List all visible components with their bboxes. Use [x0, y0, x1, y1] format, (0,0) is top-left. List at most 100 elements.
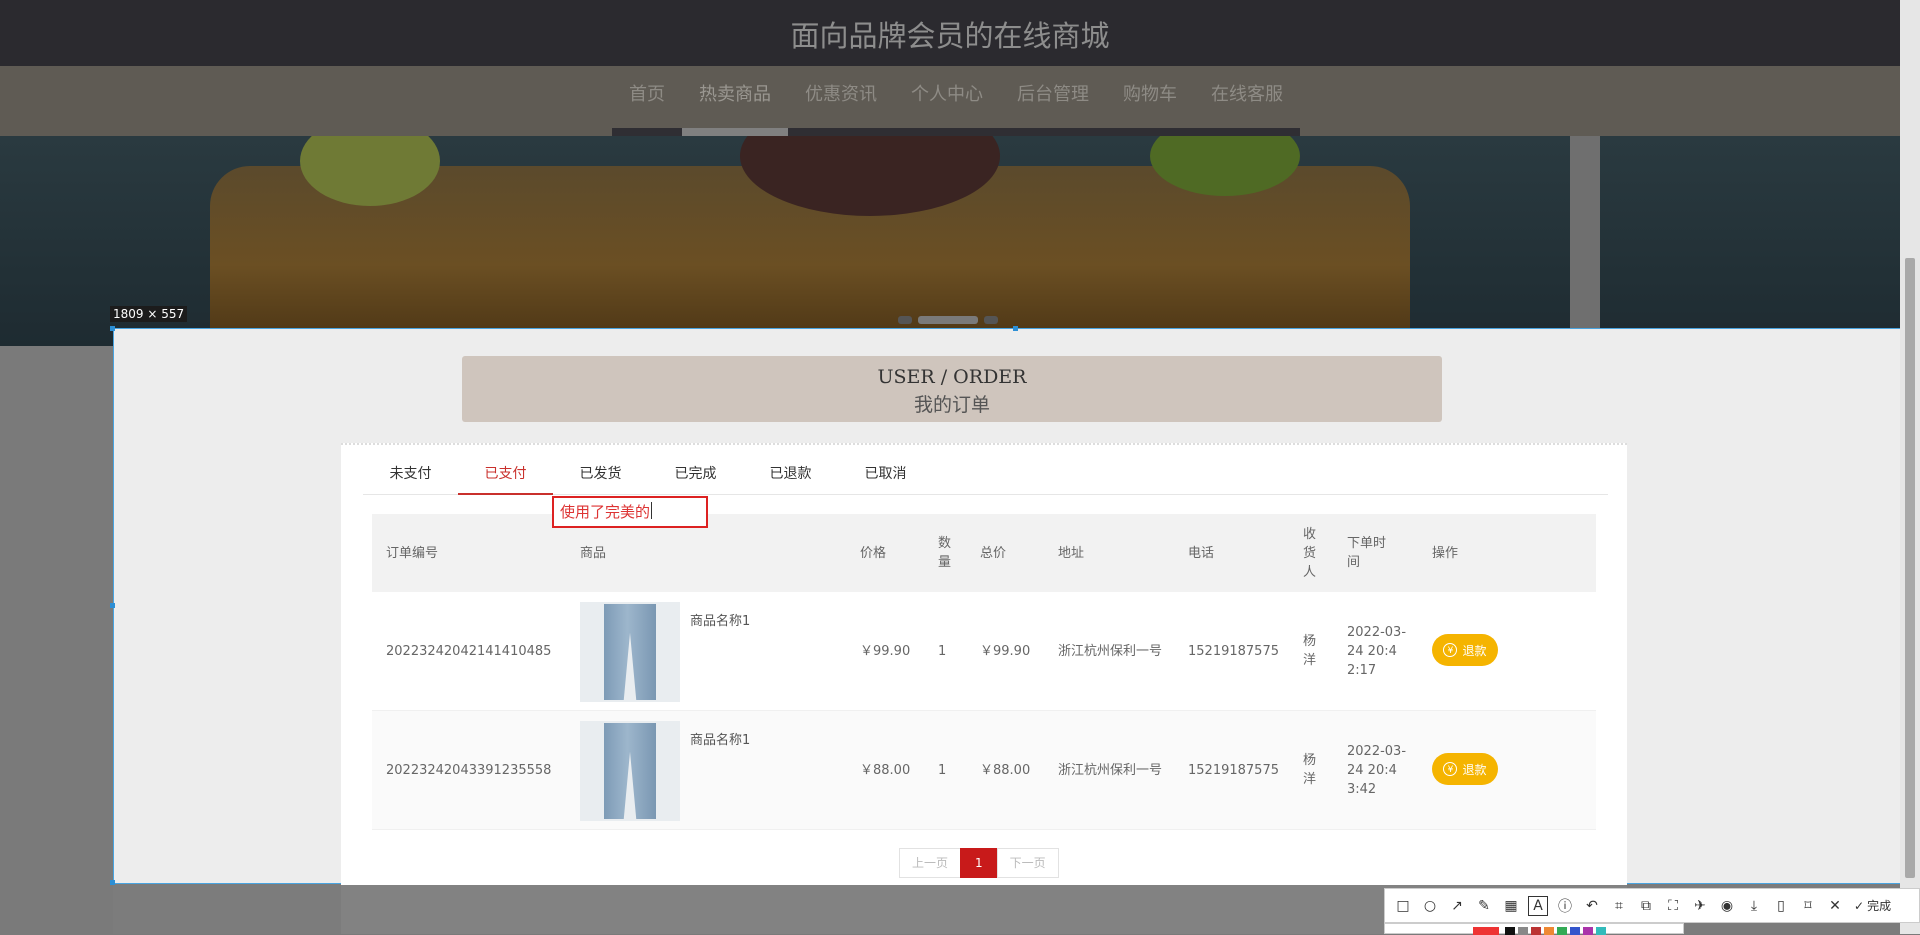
selection-handle[interactable] [1013, 326, 1018, 331]
nav-item-cart[interactable]: 购物车 [1106, 66, 1194, 136]
refund-button[interactable]: ¥ 退款 [1432, 634, 1498, 666]
number-marker-icon[interactable]: ⓘ [1555, 896, 1575, 916]
annotation-text-box[interactable]: 使用了完美的 [552, 496, 708, 528]
nav-label: 热卖商品 [699, 84, 771, 105]
text-tool-icon[interactable]: A [1528, 895, 1548, 916]
col-action: 操作 [1432, 545, 1459, 561]
site-title: 面向品牌会员的在线商城 [790, 19, 1110, 53]
nav-item-user-center[interactable]: 个人中心 [894, 66, 1000, 136]
order-time: 2022-03-24 20:43:42 [1347, 743, 1407, 797]
col-qty: 数量 [938, 536, 952, 570]
address: 浙江杭州保利一号 [1058, 762, 1163, 778]
tab-label: 已取消 [864, 466, 907, 482]
col-time: 下单时间 [1347, 536, 1387, 570]
col-order-no: 订单编号 [386, 545, 439, 561]
col-phone: 电话 [1188, 545, 1215, 561]
next-page-button[interactable]: 下一页 [996, 848, 1059, 878]
bookmark-icon[interactable]: ⌑ [1798, 896, 1818, 916]
total-price: ￥99.90 [980, 643, 1031, 659]
product-image[interactable] [580, 602, 680, 702]
order-status-tabs: 未支付 已支付 已发货 已完成 已退款 已取消 [363, 456, 1608, 495]
phone-icon[interactable]: ▯ [1771, 896, 1791, 916]
page-title-cn: 我的订单 [913, 394, 990, 416]
long-screenshot-icon[interactable]: ⛶ [1663, 896, 1683, 916]
nav-label: 购物车 [1123, 84, 1177, 105]
tab-refunded[interactable]: 已退款 [743, 456, 838, 494]
phone: 15219187575 [1188, 762, 1279, 778]
selection-handle[interactable] [110, 880, 115, 885]
nav-item-home[interactable]: 首页 [612, 66, 682, 136]
carousel-dot-active[interactable] [918, 316, 978, 324]
prev-page-button[interactable]: 上一页 [899, 848, 962, 878]
undo-icon[interactable]: ↶ [1582, 896, 1602, 916]
tab-unpaid[interactable]: 未支付 [363, 456, 458, 494]
order-no: 20223242042141410485 [386, 643, 552, 659]
scrollbar-thumb[interactable] [1905, 258, 1915, 878]
carousel-dot[interactable] [898, 316, 912, 324]
tab-shipped[interactable]: 已发货 [553, 456, 648, 494]
col-address: 地址 [1058, 545, 1085, 561]
tab-label: 已完成 [674, 466, 717, 482]
price: ￥99.90 [860, 643, 911, 659]
col-total: 总价 [980, 545, 1007, 561]
product-image[interactable] [580, 721, 680, 821]
nav-label: 首页 [629, 84, 665, 105]
close-icon[interactable]: ✕ [1825, 896, 1845, 916]
page-title: USER / ORDER 我的订单 [462, 356, 1442, 422]
total-price: ￥88.00 [980, 762, 1031, 778]
ocr-icon[interactable]: ⌗ [1609, 896, 1629, 916]
pagination: 上一页 1 下一页 [899, 848, 1059, 878]
record-icon[interactable]: ◉ [1717, 896, 1737, 916]
download-icon[interactable]: ⤓ [1744, 896, 1764, 916]
check-icon: ✓ [1854, 898, 1865, 913]
phone: 15219187575 [1188, 643, 1279, 659]
nav-item-hot-products[interactable]: 热卖商品 [682, 66, 788, 136]
nav-item-admin[interactable]: 后台管理 [1000, 66, 1106, 136]
selection-handle[interactable] [110, 603, 115, 608]
translate-icon[interactable]: ⧉ [1636, 896, 1656, 916]
orders-table: 订单编号 商品 价格 数量 总价 地址 电话 收货人 下单时间 操作 20223… [372, 514, 1596, 830]
receiver: 杨洋 [1303, 634, 1317, 668]
pen-icon[interactable]: ✎ [1474, 896, 1494, 916]
selection-size-label: 1809 × 557 [110, 306, 188, 322]
refund-label: 退款 [1462, 643, 1487, 658]
page-title-en: USER / ORDER [877, 366, 1027, 388]
nav-item-promotions[interactable]: 优惠资讯 [788, 66, 894, 136]
text-cursor [651, 502, 652, 519]
nav-item-customer-service[interactable]: 在线客服 [1194, 66, 1300, 136]
tab-label: 未支付 [389, 466, 432, 482]
tab-label: 已支付 [484, 466, 527, 482]
page-number-current[interactable]: 1 [960, 848, 998, 878]
nav-label: 后台管理 [1017, 84, 1089, 105]
banner-decoration [1570, 136, 1600, 346]
tab-cancelled[interactable]: 已取消 [838, 456, 933, 494]
color-palette [1384, 923, 1684, 935]
arrow-icon[interactable]: ↗ [1447, 896, 1467, 916]
refund-button[interactable]: ¥ 退款 [1432, 753, 1498, 785]
capture-toolbar: □ ○ ↗ ✎ ▦ A ⓘ ↶ ⌗ ⧉ ⛶ ✈ ◉ ⤓ ▯ ⌑ ✕ ✓ 完成 [1384, 888, 1920, 923]
pin-icon[interactable]: ✈ [1690, 896, 1710, 916]
carousel-dot[interactable] [984, 316, 998, 324]
done-button[interactable]: ✓ 完成 [1854, 897, 1891, 914]
nav-label: 个人中心 [911, 84, 983, 105]
tab-paid[interactable]: 已支付 [458, 456, 553, 495]
refund-label: 退款 [1462, 762, 1487, 777]
col-receiver: 收货人 [1303, 526, 1317, 580]
product-name[interactable]: 商品名称1 [690, 610, 750, 629]
rectangle-icon[interactable]: □ [1393, 896, 1413, 916]
mosaic-icon[interactable]: ▦ [1501, 896, 1521, 916]
tab-label: 已退款 [769, 466, 812, 482]
table-row: 20223242042141410485 商品名称1 ￥99.90 1 ￥99.… [372, 592, 1596, 711]
receiver: 杨洋 [1303, 753, 1317, 787]
col-price: 价格 [860, 545, 887, 561]
tab-label: 已发货 [579, 466, 622, 482]
nav-label: 在线客服 [1211, 84, 1283, 105]
selection-handle[interactable] [110, 326, 115, 331]
quantity: 1 [938, 762, 947, 778]
yen-icon: ¥ [1443, 643, 1458, 657]
tab-completed[interactable]: 已完成 [648, 456, 743, 494]
ellipse-icon[interactable]: ○ [1420, 896, 1440, 916]
table-row: 20223242043391235558 商品名称1 ￥88.00 1 ￥88.… [372, 711, 1596, 830]
price: ￥88.00 [860, 762, 911, 778]
product-name[interactable]: 商品名称1 [690, 729, 750, 748]
